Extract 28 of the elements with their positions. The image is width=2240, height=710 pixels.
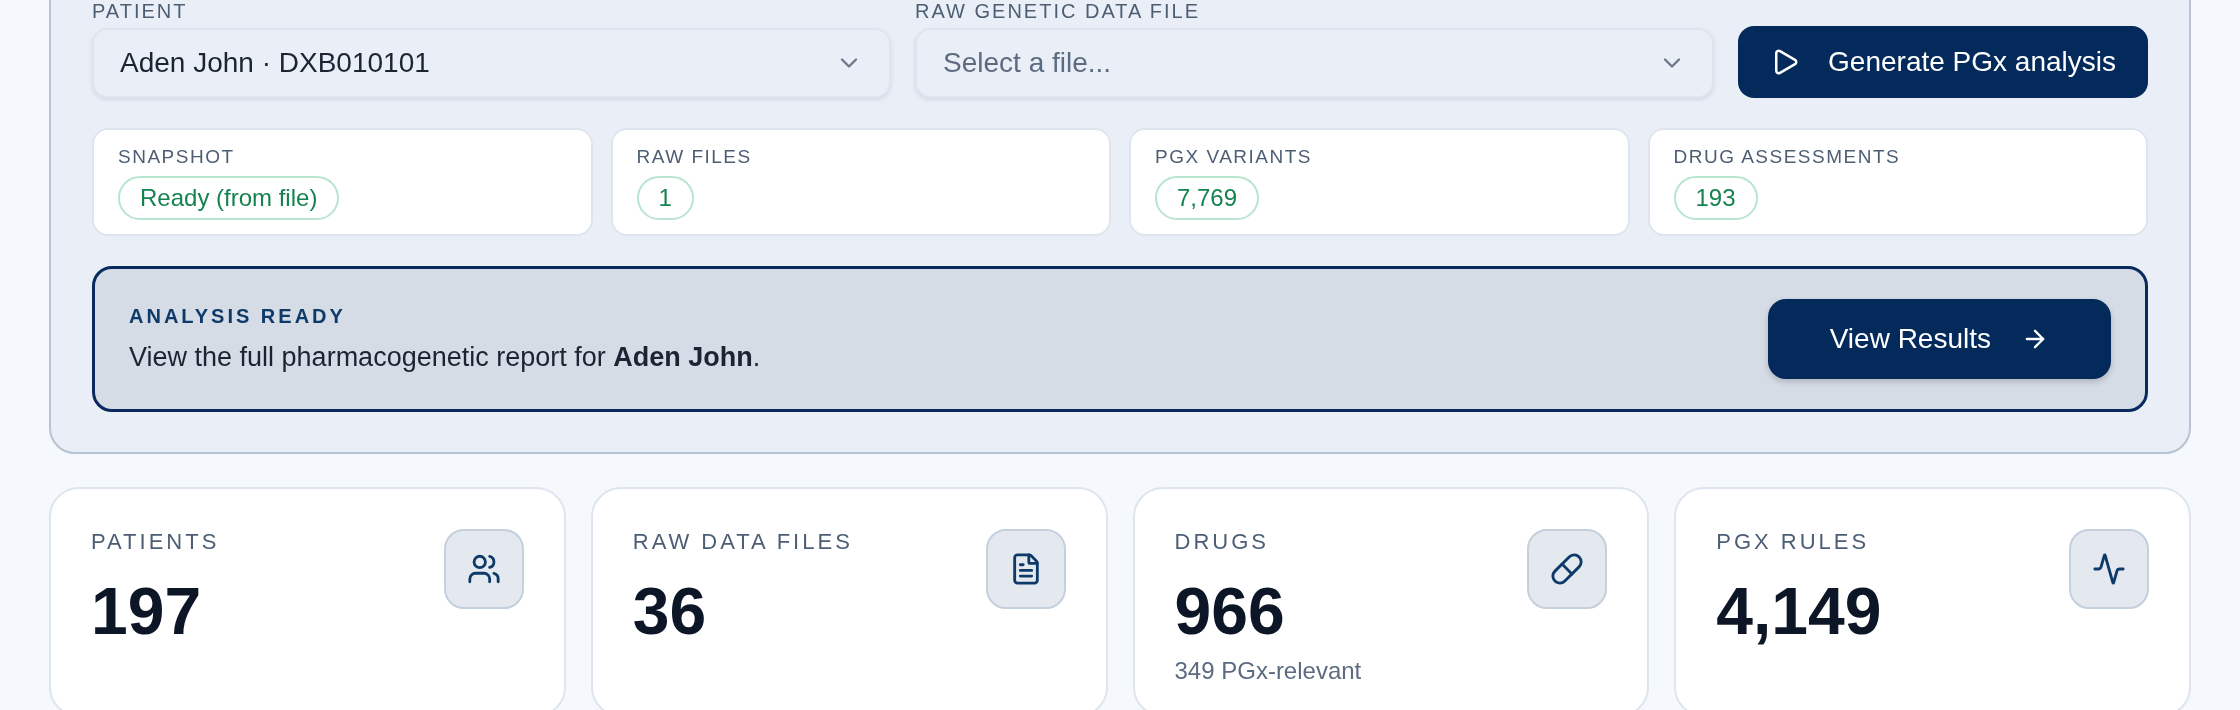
select-field[interactable]: Select a file... [915,28,1715,98]
summary-label: SNAPSHOT [118,146,235,168]
stat-value: 966 [1174,573,1286,649]
field-label: PATIENT [92,0,189,22]
stat-value: 36 [632,573,708,649]
summary-label: PGX VARIANTS [1155,146,1312,168]
summary-badge: Ready (from file) [118,176,340,220]
stat-label: RAW DATA FILES [632,529,853,555]
field-label: RAW GENETIC DATA FILE [915,0,1202,22]
banner-title: ANALYSIS READY [129,305,347,328]
summary-badge: 1 [636,176,694,220]
pulse-icon-glyph [2092,552,2126,586]
summary-badge: 7,769 [1155,176,1260,220]
stat-value: 197 [91,573,203,649]
stat-label: PGX RULES [1716,529,1871,555]
summary-badge: 193 [1673,176,1758,220]
select-field[interactable]: Aden John · DXB010101 [92,28,892,98]
users-icon-glyph [466,552,501,586]
pill-icon-glyph [1550,552,1585,586]
summary-label: RAW FILES [636,146,752,168]
view-results-button[interactable]: View Results [1767,299,2111,379]
banner-message: View the full pharmacogenetic report for Aden John. [129,342,761,373]
stat-label: PATIENTS [91,529,220,555]
stat-note: 349 PGx-relevant [1174,657,1362,685]
stat-value: 4,149 [1716,573,1882,649]
summary-label: DRUG ASSESSMENTS [1673,146,1901,168]
generate-button[interactable]: Generate PGx analysis [1738,26,2148,98]
stat-label: DRUGS [1174,529,1270,555]
